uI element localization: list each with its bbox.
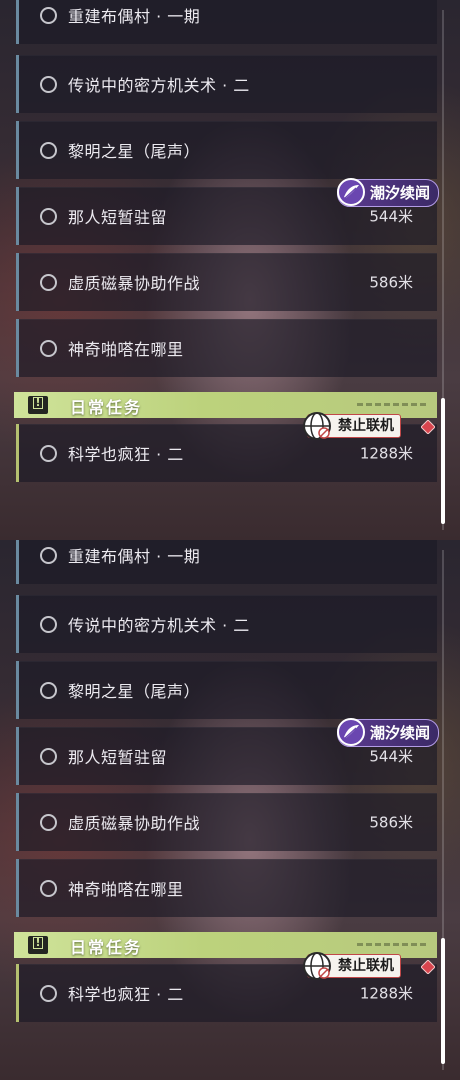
row-accent-bar xyxy=(16,595,19,653)
empty-circle-icon xyxy=(40,880,57,897)
row-accent-bar xyxy=(16,187,19,245)
row-accent-bar xyxy=(16,727,19,785)
quest-title: 虚质磁暴协助作战 xyxy=(68,274,201,293)
offline-badge-label: 禁止联机 xyxy=(338,958,394,974)
quest-title: 神奇啪嗒在哪里 xyxy=(68,880,184,899)
quest-title: 传说中的密方机关术 · 二 xyxy=(68,616,250,635)
offline-badge: 禁止联机 xyxy=(303,952,401,980)
red-diamond-icon xyxy=(421,960,435,974)
empty-circle-icon xyxy=(40,274,57,291)
quest-distance: 544米 xyxy=(369,207,413,226)
quest-distance: 1288米 xyxy=(359,984,413,1003)
empty-circle-icon xyxy=(40,682,57,699)
quest-title: 传说中的密方机关术 · 二 xyxy=(68,76,250,95)
quest-row[interactable]: 虚质磁暴协助作战 586米 xyxy=(16,253,437,311)
quest-title: 重建布偶村 · 一期 xyxy=(68,547,201,566)
daily-quest-row[interactable]: 科学也疯狂 · 二 1288米 禁止联机 xyxy=(16,412,437,482)
quest-row[interactable]: 传说中的密方机关术 · 二 xyxy=(16,595,437,653)
quest-title: 虚质磁暴协助作战 xyxy=(68,814,201,833)
header-decoration xyxy=(357,403,427,406)
quest-row[interactable]: 那人短暂驻留 544米 潮汐续闻 xyxy=(16,718,439,785)
tide-feather-icon xyxy=(336,178,365,206)
quest-distance: 544米 xyxy=(369,747,413,766)
tide-badge-label: 潮汐续闻 xyxy=(369,724,430,742)
row-accent-bar xyxy=(16,661,19,719)
empty-circle-icon xyxy=(40,142,57,159)
row-accent-bar xyxy=(16,55,19,113)
quest-row[interactable]: 黎明之星（尾声） xyxy=(16,661,437,719)
quest-row[interactable]: 神奇啪嗒在哪里 xyxy=(16,859,437,917)
daily-quest-row[interactable]: 科学也疯狂 · 二 1288米 禁止联机 xyxy=(16,952,437,1022)
row-accent-bar xyxy=(16,319,19,377)
row-accent-bar xyxy=(16,859,19,917)
scrollbar-thumb[interactable] xyxy=(441,938,445,1064)
row-accent-bar xyxy=(16,253,19,311)
tide-event-badge: 潮汐续闻 xyxy=(336,718,439,747)
quest-distance: 586米 xyxy=(369,273,413,292)
quest-row[interactable]: 黎明之星（尾声） xyxy=(16,121,437,179)
tide-badge-label: 潮汐续闻 xyxy=(369,184,430,202)
empty-circle-icon xyxy=(40,547,57,564)
quest-row[interactable]: 那人短暂驻留 544米 潮汐续闻 xyxy=(16,178,439,245)
scrollbar-thumb[interactable] xyxy=(441,398,445,524)
row-accent-bar xyxy=(16,424,19,482)
empty-circle-icon xyxy=(40,208,57,225)
quest-title: 那人短暂驻留 xyxy=(68,748,168,767)
quest-title: 黎明之星（尾声） xyxy=(68,682,201,701)
offline-badge-label: 禁止联机 xyxy=(338,418,394,434)
empty-circle-icon xyxy=(40,814,57,831)
quest-list-panel-bottom: 重建布偶村 · 一期 传说中的密方机关术 · 二 黎明之星（尾声） 那人短暂驻留… xyxy=(0,540,460,1080)
row-accent-bar xyxy=(16,793,19,851)
quest-row[interactable]: 传说中的密方机关术 · 二 xyxy=(16,55,437,113)
empty-circle-icon xyxy=(40,76,57,93)
section-title: 日常任务 xyxy=(70,398,143,417)
exclamation-icon: ! xyxy=(28,396,48,414)
row-accent-bar xyxy=(16,540,19,584)
empty-circle-icon xyxy=(40,7,57,24)
quest-title: 黎明之星（尾声） xyxy=(68,142,201,161)
quest-row[interactable]: 重建布偶村 · 一期 xyxy=(16,540,437,584)
quest-distance: 1288米 xyxy=(359,444,413,463)
empty-circle-icon xyxy=(40,616,57,633)
globe-prohibited-icon xyxy=(303,952,331,980)
quest-row[interactable]: 重建布偶村 · 一期 xyxy=(16,0,437,44)
tide-event-badge: 潮汐续闻 xyxy=(336,178,439,207)
header-decoration xyxy=(357,943,427,946)
quest-title: 神奇啪嗒在哪里 xyxy=(68,340,184,359)
row-accent-bar xyxy=(16,121,19,179)
quest-title: 那人短暂驻留 xyxy=(68,208,168,227)
empty-circle-icon xyxy=(40,340,57,357)
offline-badge: 禁止联机 xyxy=(303,412,401,440)
quest-title: 重建布偶村 · 一期 xyxy=(68,7,201,26)
exclamation-icon: ! xyxy=(28,936,48,954)
globe-prohibited-icon xyxy=(303,412,331,440)
tide-feather-icon xyxy=(336,718,365,746)
empty-circle-icon xyxy=(40,985,57,1002)
quest-row[interactable]: 虚质磁暴协助作战 586米 xyxy=(16,793,437,851)
red-diamond-icon xyxy=(421,420,435,434)
section-title: 日常任务 xyxy=(70,938,143,957)
empty-circle-icon xyxy=(40,445,57,462)
quest-title: 科学也疯狂 · 二 xyxy=(68,985,184,1004)
quest-title: 科学也疯狂 · 二 xyxy=(68,445,184,464)
quest-distance: 586米 xyxy=(369,813,413,832)
row-accent-bar xyxy=(16,0,19,44)
quest-row[interactable]: 神奇啪嗒在哪里 xyxy=(16,319,437,377)
quest-list-panel-top: 重建布偶村 · 一期 传说中的密方机关术 · 二 黎明之星（尾声） 那人短暂驻留… xyxy=(0,0,460,540)
empty-circle-icon xyxy=(40,748,57,765)
row-accent-bar xyxy=(16,964,19,1022)
